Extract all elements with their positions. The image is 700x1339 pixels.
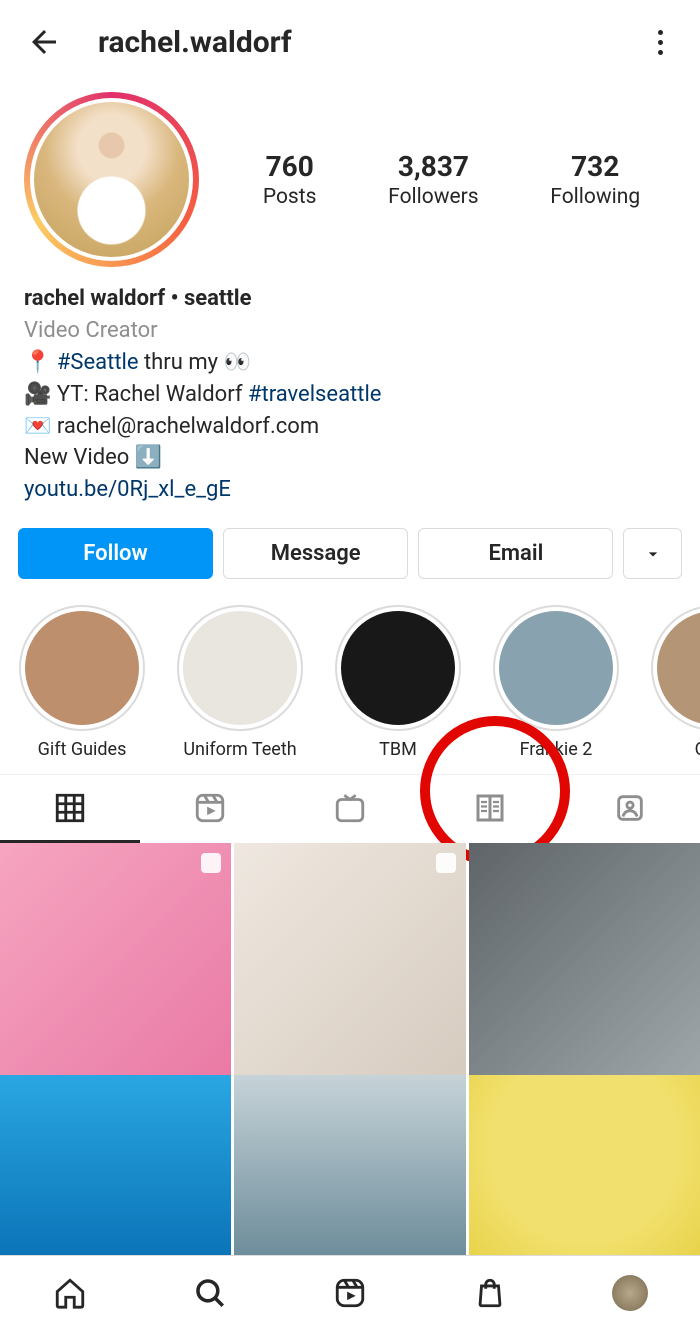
profile-stats: 760 Posts 3,837 Followers 732 Following xyxy=(227,150,676,209)
bio-line2-pre: 🎥 YT: Rachel Waldorf xyxy=(24,382,248,407)
guides-icon xyxy=(472,790,508,826)
hashtag-seattle[interactable]: #Seattle xyxy=(57,350,139,375)
back-button[interactable] xyxy=(20,18,68,66)
tab-guides[interactable] xyxy=(420,775,560,841)
post-thumbnail[interactable] xyxy=(0,1075,231,1255)
profile-category: Video Creator xyxy=(24,315,676,347)
tagged-icon xyxy=(613,791,647,825)
stat-followers-value: 3,837 xyxy=(388,150,478,183)
nav-search[interactable] xyxy=(188,1271,232,1315)
stat-following-label: Following xyxy=(550,185,640,209)
kebab-menu-icon xyxy=(658,30,663,55)
stat-posts[interactable]: 760 Posts xyxy=(263,150,317,209)
username-title: rachel.waldorf xyxy=(68,25,640,60)
reels-icon xyxy=(193,791,227,825)
stat-posts-value: 760 xyxy=(263,150,317,183)
post-grid xyxy=(0,843,700,1074)
tab-grid[interactable] xyxy=(0,775,140,841)
nav-profile[interactable] xyxy=(608,1271,652,1315)
profile-picture xyxy=(34,102,189,257)
options-menu-button[interactable] xyxy=(640,30,680,55)
post-thumbnail[interactable] xyxy=(234,1075,465,1255)
action-buttons: Follow Message Email xyxy=(0,518,700,597)
home-icon xyxy=(53,1276,87,1310)
profile-header: rachel.waldorf xyxy=(0,0,700,76)
bio-line-4: New Video ⬇️ xyxy=(24,442,676,474)
nav-shop[interactable] xyxy=(468,1271,512,1315)
highlight-label: TBM xyxy=(334,739,462,760)
bio-line-3: 💌 rachel@rachelwaldorf.com xyxy=(24,411,676,443)
stat-followers-label: Followers xyxy=(388,185,478,209)
hashtag-travelseattle[interactable]: #travelseattle xyxy=(248,382,382,407)
highlight-label: Ootd xyxy=(650,739,700,760)
highlight-ootd[interactable]: Ootd xyxy=(650,605,700,760)
carousel-icon xyxy=(436,853,456,873)
email-button[interactable]: Email xyxy=(418,528,613,579)
tab-tagged[interactable] xyxy=(560,775,700,841)
highlight-tbm[interactable]: TBM xyxy=(334,605,462,760)
reels-nav-icon xyxy=(333,1276,367,1310)
highlight-label: Frankie 2 xyxy=(492,739,620,760)
highlight-uniform-teeth[interactable]: Uniform Teeth xyxy=(176,605,304,760)
stat-following-value: 732 xyxy=(550,150,640,183)
highlight-frankie-2[interactable]: Frankie 2 xyxy=(492,605,620,760)
nav-profile-avatar xyxy=(612,1275,648,1311)
story-highlights: Gift Guides Uniform Teeth TBM Frankie 2 … xyxy=(0,597,700,774)
post-thumbnail[interactable] xyxy=(0,843,231,1074)
chevron-down-icon xyxy=(643,544,663,564)
highlight-gift-guides[interactable]: Gift Guides xyxy=(18,605,146,760)
profile-summary: 760 Posts 3,837 Followers 732 Following xyxy=(0,76,700,277)
stat-followers[interactable]: 3,837 Followers xyxy=(388,150,478,209)
bio-section: rachel waldorf • seattle Video Creator 📍… xyxy=(0,277,700,518)
grid-icon xyxy=(53,791,87,825)
post-grid-row-2 xyxy=(0,1075,700,1255)
follow-button[interactable]: Follow xyxy=(18,528,213,579)
arrow-left-icon xyxy=(26,24,62,60)
message-button[interactable]: Message xyxy=(223,528,408,579)
post-thumbnail[interactable] xyxy=(469,1075,700,1255)
nav-reels[interactable] xyxy=(328,1271,372,1315)
shop-icon xyxy=(473,1276,507,1310)
feed-tabs xyxy=(0,774,700,841)
suggested-users-button[interactable] xyxy=(623,528,682,579)
tab-reels[interactable] xyxy=(140,775,280,841)
highlight-label: Uniform Teeth xyxy=(176,739,304,760)
post-thumbnail[interactable] xyxy=(234,843,465,1074)
stat-posts-label: Posts xyxy=(263,185,317,209)
tab-igtv[interactable] xyxy=(280,775,420,841)
carousel-icon xyxy=(201,853,221,873)
stat-following[interactable]: 732 Following xyxy=(550,150,640,209)
search-icon xyxy=(193,1276,227,1310)
display-name: rachel waldorf • seattle xyxy=(24,283,676,315)
nav-home[interactable] xyxy=(48,1271,92,1315)
feed-tabs-wrapper xyxy=(0,774,700,843)
bio-external-link[interactable]: youtu.be/0Rj_xl_e_gE xyxy=(24,477,231,502)
bio-line-2: 🎥 YT: Rachel Waldorf #travelseattle xyxy=(24,379,676,411)
highlight-label: Gift Guides xyxy=(18,739,146,760)
bio-line1-rest: thru my 👀 xyxy=(139,350,251,375)
story-ring-avatar[interactable] xyxy=(24,92,199,267)
post-thumbnail[interactable] xyxy=(469,843,700,1074)
bio-line-1: 📍 #Seattle thru my 👀 xyxy=(24,347,676,379)
pin-icon: 📍 xyxy=(24,350,51,375)
igtv-icon xyxy=(333,791,367,825)
bottom-nav xyxy=(0,1255,700,1331)
